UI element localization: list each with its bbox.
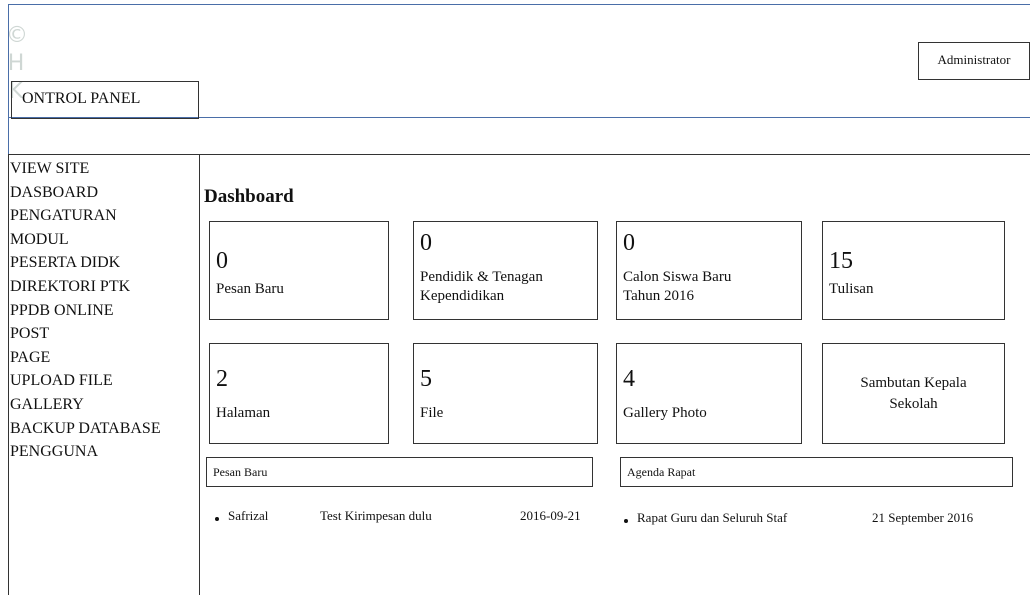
agenda-title: Rapat Guru dan Seluruh Staf xyxy=(637,510,788,525)
bullet-icon xyxy=(624,519,628,523)
sidebar-item-upload-file[interactable]: UPLOAD FILE xyxy=(9,369,161,393)
sidebar-item-gallery[interactable]: GALLERY xyxy=(9,393,161,417)
stat-value: 15 xyxy=(829,248,853,274)
message-text: Test Kirimpesan dulu xyxy=(320,508,432,523)
stat-card-gallery-photo[interactable]: 4 Gallery Photo xyxy=(616,343,802,444)
sidebar-item-dasboard[interactable]: DASBOARD xyxy=(9,181,161,205)
sidebar-item-pengguna[interactable]: PENGGUNA xyxy=(9,440,161,464)
stat-card-calon-siswa[interactable]: 0 Calon Siswa Baru Tahun 2016 xyxy=(616,221,802,320)
stat-label: Kependidikan xyxy=(420,288,505,304)
sidebar-item-view-site[interactable]: VIEW SITE xyxy=(9,157,161,181)
sidebar-item-pengaturan[interactable]: PENGATURAN xyxy=(9,204,161,228)
agenda-date: 21 September 2016 xyxy=(872,510,974,525)
stat-label: Sambutan Kepala xyxy=(860,375,967,391)
stat-card-halaman[interactable]: 2 Halaman xyxy=(209,343,389,444)
stat-card-pesan-baru[interactable]: 0 Pesan Baru xyxy=(209,221,389,320)
stat-label: Sekolah xyxy=(889,396,938,412)
page-title: Dashboard xyxy=(204,186,294,207)
sidebar-item-backup-database[interactable]: BACKUP DATABASE xyxy=(9,417,161,441)
stat-label: Halaman xyxy=(216,405,271,421)
stat-label: Pesan Baru xyxy=(216,281,284,297)
stat-label: Tulisan xyxy=(829,281,874,297)
stat-value: 0 xyxy=(420,230,432,256)
stat-label: Calon Siswa Baru xyxy=(623,269,732,285)
control-panel-button[interactable]: ONTROL PANEL xyxy=(11,81,199,119)
stat-card-file[interactable]: 5 File xyxy=(413,343,598,444)
message-sender: Safrizal xyxy=(228,508,269,523)
stat-value: 4 xyxy=(623,366,635,392)
sidebar-item-peserta-didik[interactable]: PESERTA DIDK xyxy=(9,251,161,275)
messages-panel-header: Pesan Baru xyxy=(206,457,593,487)
stat-card-tulisan[interactable]: 15 Tulisan xyxy=(822,221,1005,320)
sidebar-item-post[interactable]: POST xyxy=(9,322,161,346)
stat-card-pendidik[interactable]: 0 Pendidik & Tenagan Kependidikan xyxy=(413,221,598,320)
stat-value: 5 xyxy=(420,366,432,392)
sidebar-item-direktori-ptk[interactable]: DIREKTORI PTK xyxy=(9,275,161,299)
stat-value: 0 xyxy=(623,230,635,256)
content-top-border xyxy=(198,154,1030,155)
agenda-panel-header: Agenda Rapat xyxy=(620,457,1013,487)
sidebar-item-modul[interactable]: MODUL xyxy=(9,228,161,252)
stat-value: 0 xyxy=(216,248,228,274)
header-top-border xyxy=(8,4,1030,5)
watermark-glyph: H xyxy=(7,51,25,76)
bullet-icon xyxy=(215,517,219,521)
message-date: 2016-09-21 xyxy=(520,508,581,523)
sidebar-menu: VIEW SITE DASBOARD PENGATURAN MODUL PESE… xyxy=(9,157,161,464)
sidebar-item-page[interactable]: PAGE xyxy=(9,346,161,370)
stat-card-sambutan[interactable]: Sambutan Kepala Sekolah xyxy=(822,343,1005,444)
sidebar-item-ppdb-online[interactable]: PPDB ONLINE xyxy=(9,299,161,323)
administrator-button[interactable]: Administrator xyxy=(918,42,1030,80)
stat-value: 2 xyxy=(216,366,228,392)
stat-label: File xyxy=(420,405,444,421)
stat-label: Gallery Photo xyxy=(623,405,707,421)
stat-label: Pendidik & Tenagan xyxy=(420,269,543,285)
sidebar: VIEW SITE DASBOARD PENGATURAN MODUL PESE… xyxy=(8,154,200,595)
watermark-glyph: © xyxy=(6,23,28,48)
stat-label: Tahun 2016 xyxy=(623,288,695,304)
